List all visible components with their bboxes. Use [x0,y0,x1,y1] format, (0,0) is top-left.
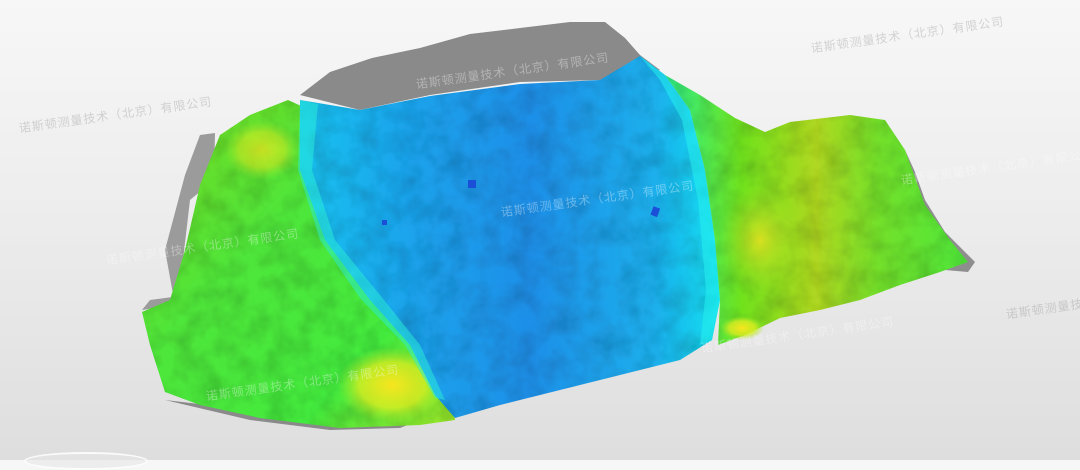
3d-viewport[interactable] [0,0,1080,460]
scan-model-canvas[interactable] [0,0,1080,460]
corner-indicator [24,452,148,470]
measurement-marker [468,180,476,188]
deviation-hotspot-right [720,185,800,295]
measurement-marker [382,220,387,225]
deviation-hotspot-right-low [720,316,764,340]
deviation-hotspot-left-upper [224,120,300,180]
